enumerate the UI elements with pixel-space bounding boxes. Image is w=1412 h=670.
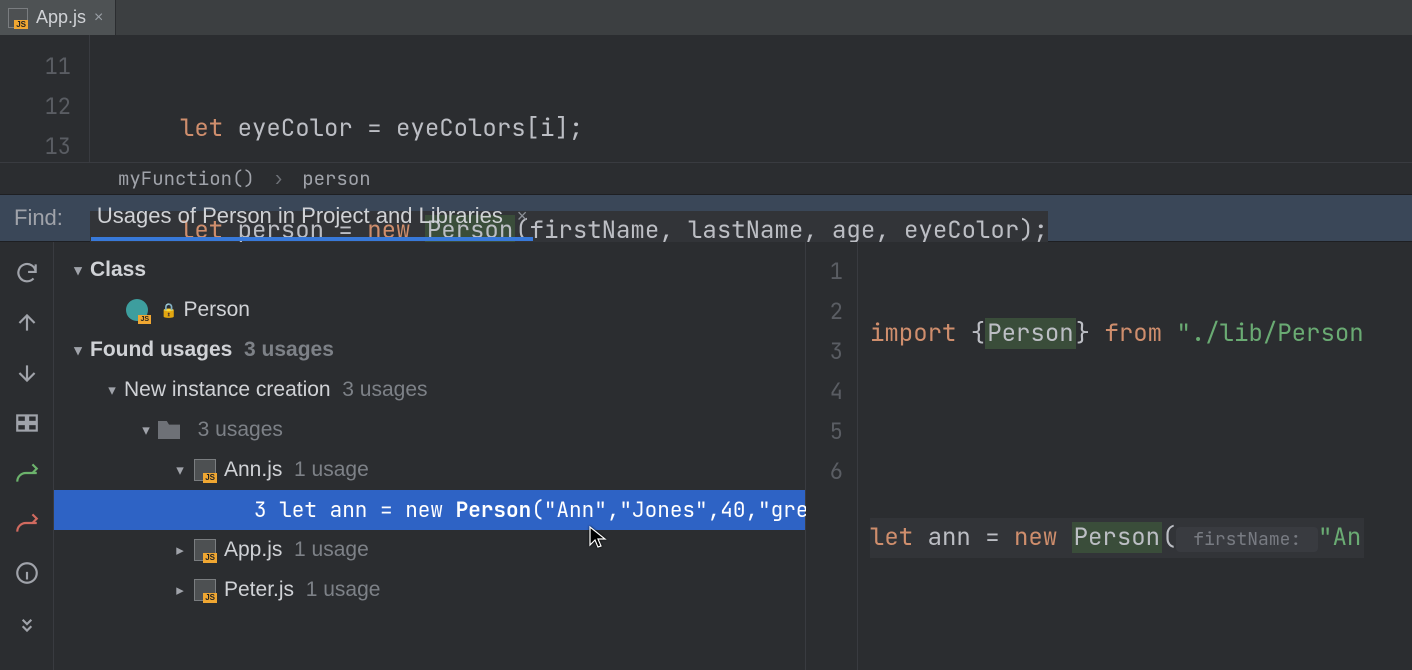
file-tab-app-js[interactable]: App.js × — [0, 0, 116, 35]
class-ref[interactable]: Person — [1072, 522, 1162, 553]
file-name: App.js — [224, 538, 282, 562]
layout-icon[interactable] — [14, 410, 40, 436]
op: = — [985, 522, 1014, 553]
usage-type-label: New instance creation — [124, 378, 331, 402]
editor-pane[interactable]: 11 12 13 let eyeColor = eyeColors[i]; le… — [0, 35, 1412, 162]
find-toolwindow-body: ▾ Class 🔒 Person ▾ Found usages 3 usages… — [0, 242, 1412, 670]
variable: eyeColor — [238, 113, 353, 144]
find-sidebar — [0, 242, 54, 670]
op: = — [353, 113, 396, 144]
find-label: Find: — [14, 205, 63, 231]
chevron-right-icon: › — [273, 166, 284, 191]
refresh-icon[interactable] — [14, 260, 40, 286]
line-number: 6 — [806, 452, 843, 492]
expr: eyeColors[i]; — [396, 113, 583, 144]
chevron-down-icon[interactable]: ▾ — [168, 461, 192, 479]
line-number: 3 — [806, 332, 843, 372]
brace: { — [956, 318, 985, 349]
more-icon[interactable] — [14, 610, 40, 636]
usage-count: 3 usages — [244, 338, 334, 362]
chevron-down-icon[interactable]: ▾ — [100, 381, 124, 399]
inlay-hint: firstName: — [1176, 527, 1318, 552]
kw-from: from — [1104, 318, 1162, 349]
kw-let: let — [870, 522, 913, 553]
chevron-down-icon[interactable]: ▾ — [134, 421, 158, 439]
find-tab-title: Usages of Person in Project and Librarie… — [97, 203, 503, 229]
chevron-down-icon[interactable]: ▾ — [66, 261, 90, 279]
info-icon[interactable] — [14, 560, 40, 586]
string: "./lib/Person — [1162, 318, 1364, 349]
rerun-icon[interactable] — [14, 460, 40, 486]
line-number: 12 — [0, 87, 71, 127]
usage-count: 3 usages — [342, 378, 427, 402]
prev-occurrence-icon[interactable] — [14, 310, 40, 336]
kw-import: import — [870, 318, 956, 349]
chevron-right-icon[interactable]: ▸ — [168, 581, 192, 599]
preview-code[interactable]: import {Person} from "./lib/Person let a… — [858, 242, 1364, 670]
kw-new: new — [1014, 522, 1057, 553]
file-name: Peter.js — [224, 578, 294, 602]
tree-group-class[interactable]: ▾ Class — [54, 250, 805, 290]
line-number: 1 — [806, 252, 843, 292]
usage-count: 1 usage — [294, 458, 369, 482]
tree-class-node[interactable]: 🔒 Person — [54, 290, 805, 330]
tree-usage-line-selected[interactable]: 3 let ann = new Person("Ann","Jones",40,… — [54, 490, 805, 530]
line-number: 13 — [0, 127, 71, 167]
chevron-right-icon[interactable]: ▸ — [168, 541, 192, 559]
kw-let: let — [180, 113, 223, 144]
line-number: 5 — [806, 412, 843, 452]
lock-icon: 🔒 — [160, 302, 177, 319]
close-icon[interactable]: × — [94, 10, 103, 26]
usage-count: 1 usage — [294, 538, 369, 562]
group-label: Class — [90, 258, 146, 282]
preview-gutter: 1 2 3 4 5 6 — [806, 242, 858, 670]
usages-tree[interactable]: ▾ Class 🔒 Person ▾ Found usages 3 usages… — [54, 242, 806, 670]
brace: } — [1076, 318, 1105, 349]
class-icon — [126, 299, 148, 321]
usage-count: 3 usages — [198, 418, 283, 442]
tree-usage-type[interactable]: ▾ New instance creation 3 usages — [54, 370, 805, 410]
chevron-down-icon[interactable]: ▾ — [66, 341, 90, 359]
usage-preview-editor[interactable]: 1 2 3 4 5 6 import {Person} from "./lib/… — [806, 242, 1412, 670]
js-file-icon — [194, 539, 216, 561]
tree-directory[interactable]: ▾ 3 usages — [54, 410, 805, 450]
class-name: Person — [183, 298, 250, 322]
string: "An — [1318, 522, 1361, 553]
line-number: 2 — [806, 292, 843, 332]
tree-file-app[interactable]: ▸ App.js 1 usage — [54, 530, 805, 570]
file-name: Ann.js — [224, 458, 282, 482]
folder-icon — [158, 421, 180, 439]
group-label: Found usages — [90, 338, 232, 362]
space — [1057, 522, 1071, 553]
tab-filename: App.js — [36, 7, 86, 28]
tree-file-peter[interactable]: ▸ Peter.js 1 usage — [54, 570, 805, 610]
next-occurrence-icon[interactable] — [14, 360, 40, 386]
variable: ann — [913, 522, 985, 553]
usage-line-number: 3 — [254, 497, 267, 524]
paren: ( — [1162, 522, 1176, 553]
line-number: 4 — [806, 372, 843, 412]
line-number: 11 — [0, 47, 71, 87]
class-ref[interactable]: Person — [985, 318, 1075, 349]
tree-group-found[interactable]: ▾ Found usages 3 usages — [54, 330, 805, 370]
breadcrumb-item[interactable]: myFunction() — [118, 166, 255, 191]
editor-gutter: 11 12 13 — [0, 35, 90, 162]
js-file-icon — [194, 579, 216, 601]
usage-count: 1 usage — [306, 578, 381, 602]
tree-file-ann[interactable]: ▾ Ann.js 1 usage — [54, 450, 805, 490]
stop-icon[interactable] — [14, 510, 40, 536]
usage-code-match: Person — [456, 497, 532, 524]
editor-code[interactable]: let eyeColor = eyeColors[i]; let person … — [90, 35, 1048, 162]
find-tab[interactable]: Usages of Person in Project and Librarie… — [91, 195, 534, 241]
editor-tab-bar: App.js × — [0, 0, 1412, 35]
breadcrumb-item[interactable]: person — [302, 166, 370, 191]
close-icon[interactable]: × — [517, 206, 528, 227]
usage-code-pre: let ann = new — [267, 497, 456, 524]
js-file-icon — [194, 459, 216, 481]
js-file-icon — [8, 8, 28, 28]
